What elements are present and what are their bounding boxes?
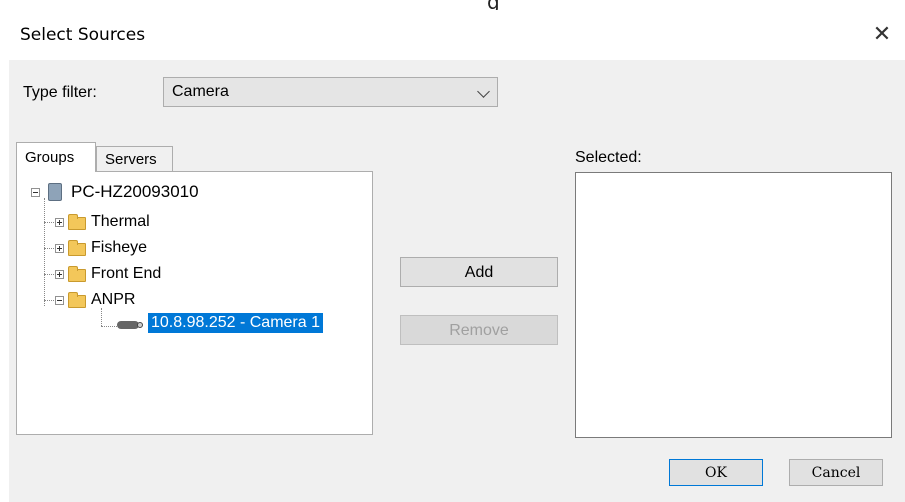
selected-label: Selected: [575,149,642,166]
ok-button[interactable]: OK [669,459,763,486]
tree-node-root[interactable]: PC-HZ20093010 [31,182,331,204]
tree-connector [44,198,45,306]
tree-node-label: PC-HZ20093010 [71,182,199,201]
dialog-title: Select Sources [20,25,146,45]
folder-icon [68,266,86,282]
expand-icon[interactable] [55,244,64,253]
tree-node-thermal[interactable]: Thermal [55,211,255,233]
title-bar: Select Sources ✕ [9,10,905,60]
chevron-down-icon [477,85,490,98]
background-strip: g [0,0,905,14]
tree-node-label: Front End [91,265,162,282]
selected-camera-label: 10.8.98.252 - Camera 1 [148,313,323,333]
tree-node-label: Thermal [91,213,150,230]
tree-node-front-end[interactable]: Front End [55,263,255,285]
server-icon [48,183,62,201]
collapse-icon[interactable] [55,296,64,305]
tree-node-camera[interactable]: 10.8.98.252 - Camera 1 [117,313,357,335]
type-filter-dropdown[interactable]: Camera [163,77,498,107]
groups-tree[interactable]: PC-HZ20093010 Thermal Fisheye Front End … [16,171,373,435]
folder-icon [68,214,86,230]
folder-icon [68,240,86,256]
tab-servers[interactable]: Servers [96,146,173,172]
type-filter-label: Type filter: [23,84,97,101]
close-icon[interactable]: ✕ [867,20,897,50]
camera-icon [117,321,143,329]
tree-node-anpr[interactable]: ANPR [55,289,255,311]
tree-node-fisheye[interactable]: Fisheye [55,237,255,259]
add-button[interactable]: Add [400,257,558,287]
select-sources-dialog: Select Sources ✕ Type filter: Camera Gro… [9,10,905,502]
remove-button[interactable]: Remove [400,315,558,345]
tree-node-label: Fisheye [91,239,148,256]
tab-groups[interactable]: Groups [16,142,96,172]
selected-list[interactable] [575,172,892,438]
folder-icon [68,292,86,308]
type-filter-value: Camera [172,83,229,100]
expand-icon[interactable] [55,270,64,279]
expand-icon[interactable] [55,218,64,227]
tree-node-label: ANPR [91,291,136,308]
collapse-icon[interactable] [31,188,40,197]
cancel-button[interactable]: Cancel [789,459,883,486]
